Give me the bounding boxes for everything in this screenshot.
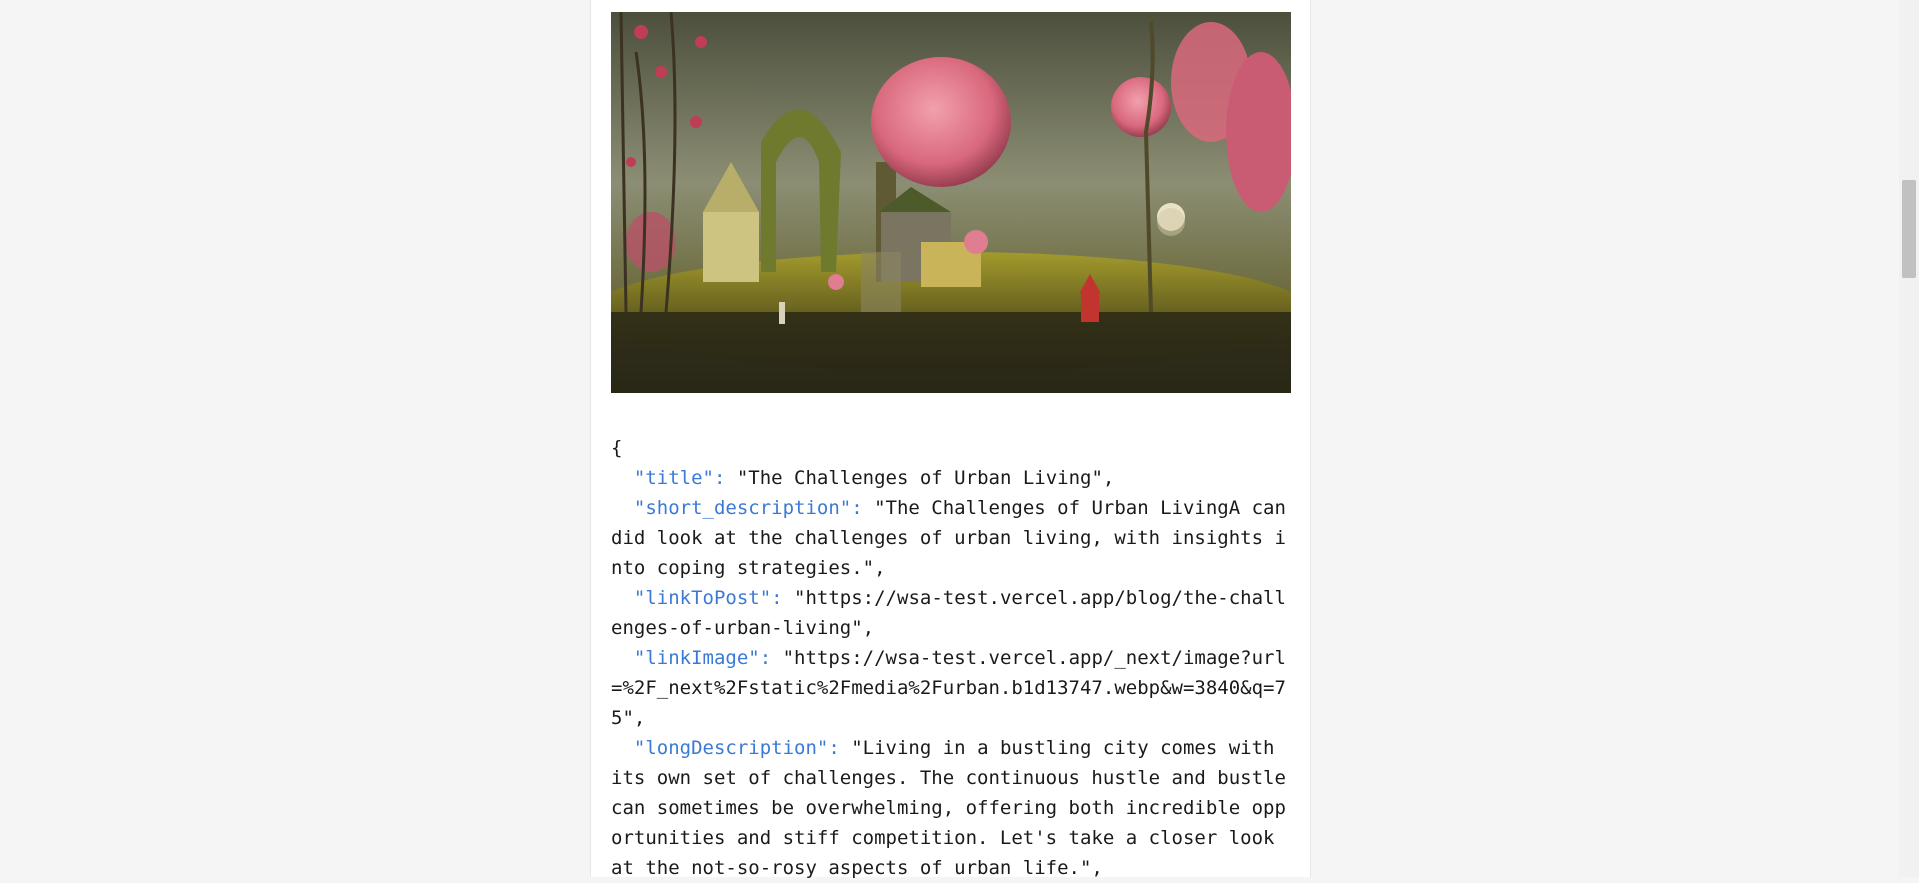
json-key-title: "title": [633, 467, 726, 489]
json-key-link-to-post: "linkToPost": [633, 587, 783, 609]
json-key-long-description: "longDescription": [633, 737, 840, 759]
json-key-link-image: "linkImage": [633, 647, 772, 669]
fantasy-landscape-illustration [611, 12, 1291, 393]
post-hero-image [611, 12, 1291, 393]
json-key-short-description: "short_description": [633, 497, 863, 519]
scrollbar-thumb[interactable] [1902, 180, 1916, 278]
json-open-brace: { [611, 437, 623, 459]
json-value-title: "The Challenges of Urban Living", [725, 467, 1115, 489]
page-scrollbar[interactable] [1899, 0, 1919, 877]
post-json-block: { "title": "The Challenges of Urban Livi… [611, 433, 1291, 883]
post-card: { "title": "The Challenges of Urban Livi… [590, 0, 1311, 879]
